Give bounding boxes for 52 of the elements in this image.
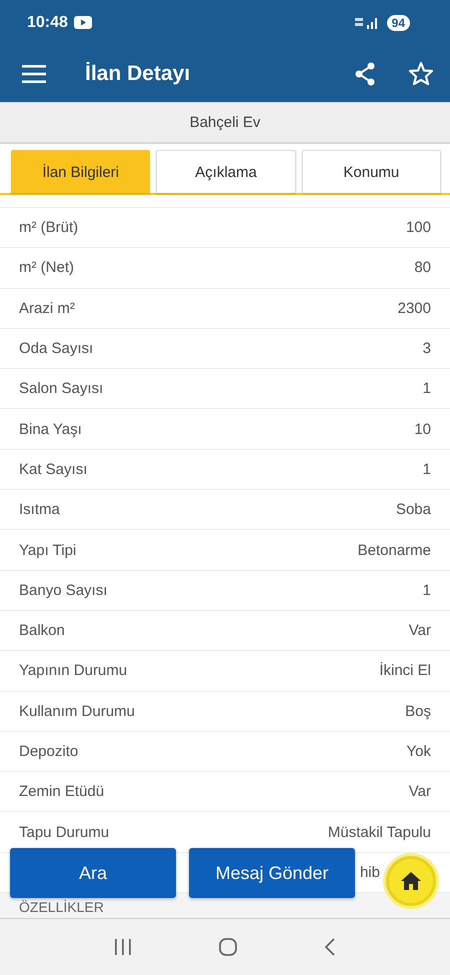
home-button[interactable] <box>386 856 436 906</box>
star-icon[interactable] <box>408 61 434 86</box>
detail-value: 80 <box>414 259 431 276</box>
detail-value: Var <box>408 783 431 800</box>
section-header: ÖZELLİKLER <box>19 899 104 916</box>
detail-label: Arazi m² <box>19 300 75 317</box>
detail-value: 2300 <box>398 300 431 317</box>
battery-level: 94 <box>386 14 410 30</box>
detail-label: Bina Yaşı <box>19 420 82 438</box>
detail-label: m² (Net) <box>19 259 74 276</box>
detail-value: 1 <box>422 380 431 398</box>
detail-value: Boş <box>405 702 431 720</box>
detail-value: Müstakil Tapulu <box>328 824 431 841</box>
tab[interactable]: İlan Bilgileri <box>11 150 150 193</box>
detail-value: Var <box>408 622 431 640</box>
detail-label: Kullanım Durumu <box>19 702 135 720</box>
detail-label: m² (Brüt) <box>19 219 78 236</box>
detail-value: 3 <box>422 340 431 358</box>
listing-subtitle: Bahçeli Ev <box>190 114 260 131</box>
detail-label: Kat Sayısı <box>19 460 88 478</box>
detail-label: Zemin Etüdü <box>19 783 104 800</box>
detail-value: 10 <box>414 420 431 438</box>
detail-label: Yapının Durumu <box>19 662 128 680</box>
detail-value: Betonarme <box>358 542 431 559</box>
menu-icon[interactable] <box>22 64 46 82</box>
detail-value: 100 <box>406 219 431 236</box>
detail-value: 1 <box>422 460 431 478</box>
action-button[interactable]: Ara <box>10 848 176 898</box>
back-icon[interactable] <box>324 938 336 956</box>
detail-label: Salon Sayısı <box>19 380 104 398</box>
detail-label: Balkon <box>19 622 65 640</box>
status-time: 10:48 <box>27 14 68 32</box>
detail-label: Oda Sayısı <box>19 340 94 358</box>
detail-label: Isıtma <box>19 501 60 518</box>
home-nav-icon[interactable] <box>218 938 237 956</box>
detail-value: 1 <box>422 582 431 599</box>
tab[interactable]: Konumu <box>302 150 441 193</box>
detail-value: Soba <box>396 501 431 518</box>
detail-value: İkinci El <box>379 662 431 680</box>
detail-label: Banyo Sayısı <box>19 582 108 599</box>
recent-apps-icon[interactable] <box>114 939 132 955</box>
share-icon[interactable] <box>354 62 376 86</box>
detail-value: hib <box>360 864 380 881</box>
detail-label: Tapu Durumu <box>19 824 110 841</box>
screen-title: İlan Detayı <box>85 62 190 86</box>
detail-label: Depozito <box>19 743 78 760</box>
tab[interactable]: Açıklama <box>156 150 296 193</box>
action-button[interactable]: Mesaj Gönder <box>189 848 355 898</box>
video-icon <box>74 16 92 29</box>
home-icon <box>400 871 422 891</box>
detail-value: Yok <box>406 743 431 760</box>
detail-label: Yapı Tipi <box>19 542 76 559</box>
